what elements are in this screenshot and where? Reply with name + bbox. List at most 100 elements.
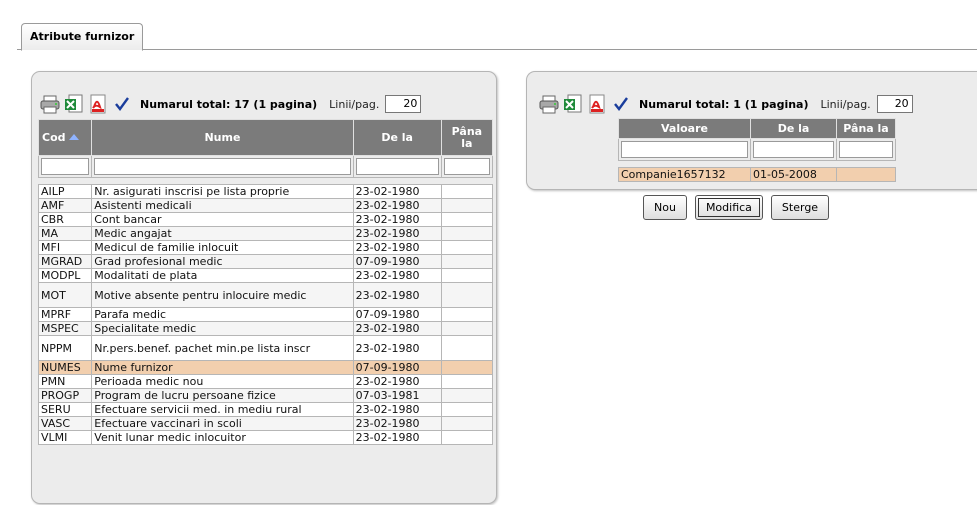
table-row[interactable]: NPPM Nr.pers.benef. pachet min.pe lista i… [37,335,494,361]
tab-bar: Atribute furnizor [17,20,977,51]
cell-nume: Nr. asigurati inscrisi pe lista proprie [91,184,354,199]
printer-icon[interactable] [539,94,559,114]
cell-pana-la [440,212,494,227]
cell-nume: Nr.pers.benef. pachet min.pe lista inscr [91,335,354,361]
cell-pana-la [440,360,494,375]
table-row[interactable]: VASC Efectuare vaccinari in scoli 23-02-19… [37,416,494,431]
excel-icon[interactable] [563,94,583,114]
cell-cod: VASC [37,416,93,431]
pdf-icon[interactable] [88,94,108,114]
table-row[interactable]: VLMI Venit lunar medic inlocuitor 23-02-19… [37,430,494,445]
cell-pana-la [440,416,494,431]
column-header-cod[interactable]: Cod [37,119,93,156]
cell-nume: Medicul de familie inlocuit [91,240,354,255]
filter-input-cod[interactable] [41,158,90,175]
cell-de-la: 23-02-1980 [352,226,442,241]
table-row[interactable]: MA Medic angajat 23-02-1980 [37,226,494,241]
cell-cod: NPPM [37,335,93,361]
cut-off-header [0,0,977,12]
right-per-page-label: Linii/pag. [820,97,871,111]
table-row[interactable]: MOT Motive absente pentru inlocuire medic… [37,282,494,308]
cell-nume: Venit lunar medic inlocuitor [91,430,354,445]
modifica-button[interactable]: Modifica [694,195,763,220]
table-row[interactable]: NUMES Nume furnizor 07-09-1980 [37,360,494,375]
table-row[interactable]: MPRF Parafa medic 07-09-1980 [37,307,494,322]
column-header-nume[interactable]: Nume [91,119,354,156]
cell-de-la: 23-02-1980 [352,374,442,389]
cell-nume: Specialitate medic [91,321,354,336]
table-row[interactable]: AILP Nr. asigurati inscrisi pe lista prop… [37,184,494,199]
checkmark-icon[interactable] [112,94,132,114]
cell-de-la: 01-05-2008 [750,167,837,182]
cell-de-la: 07-09-1980 [352,254,442,269]
cell-pana-la [836,167,896,182]
column-header-valoare[interactable]: Valoare [618,118,751,139]
cell-pana-la [440,184,494,199]
right-total-count: Numarul total: 1 (1 pagina) [639,97,809,111]
cell-pana-la [440,240,494,255]
filter-input-de-la[interactable] [753,141,834,158]
column-header-de-la[interactable]: De la [352,119,442,156]
cell-cod: CBR [37,212,93,227]
cell-pana-la [440,388,494,403]
cell-cod: MFI [37,240,93,255]
attributes-table: Cod Nume De la Pâna la AILP Nr. asigurati… [37,119,494,445]
cell-de-la: 23-02-1980 [352,321,442,336]
cell-pana-la [440,307,494,322]
nou-button[interactable]: Nou [643,195,687,220]
cell-cod: AMF [37,198,93,213]
sterge-button[interactable]: Sterge [770,195,830,220]
printer-icon[interactable] [40,94,60,114]
right-per-page-input[interactable]: 20 [876,95,913,113]
column-header-pana-la[interactable]: Pâna la [440,119,494,156]
column-header-pana-la[interactable]: Pâna la [836,118,896,139]
cell-de-la: 23-02-1980 [352,240,442,255]
table-row[interactable]: MFI Medicul de familie inlocuit 23-02-1980 [37,240,494,255]
checkmark-icon[interactable] [611,94,631,114]
filter-input-pana-la[interactable] [443,158,490,175]
cell-cod: AILP [37,184,93,199]
cell-cod: PROGP [37,388,93,403]
left-per-page-input[interactable]: 20 [385,95,422,113]
cell-pana-la [440,335,494,361]
cell-de-la: 23-02-1980 [352,198,442,213]
filter-input-nume[interactable] [94,158,351,175]
action-buttons: Nou Modifica Sterge [643,195,830,220]
filter-row [37,155,494,178]
filter-input-de-la[interactable] [355,158,439,175]
cell-nume: Program de lucru persoane fizice [91,388,354,403]
table-row[interactable]: MSPEC Specialitate medic 23-02-1980 [37,321,494,336]
pdf-icon[interactable] [587,94,607,114]
cell-nume: Parafa medic [91,307,354,322]
cell-pana-la [440,226,494,241]
cell-nume: Perioada medic nou [91,374,354,389]
table-row[interactable]: MGRAD Grad profesional medic 07-09-1980 [37,254,494,269]
cell-pana-la [440,402,494,417]
values-panel: Numarul total: 1 (1 pagina) Linii/pag. 2… [526,71,977,190]
sort-ascending-icon[interactable] [68,133,79,140]
table-row[interactable]: PMN Perioada medic nou 23-02-1980 [37,374,494,389]
cell-de-la: 23-02-1980 [352,184,442,199]
table-row[interactable]: PROGP Program de lucru persoane fizice 07-… [37,388,494,403]
table-row[interactable]: MODPL Modalitati de plata 23-02-1980 [37,268,494,283]
column-header-de-la[interactable]: De la [750,118,837,139]
table-row[interactable]: Companie1657132 01-05-2008 [618,167,896,182]
cell-de-la: 07-09-1980 [352,360,442,375]
cell-pana-la [440,254,494,269]
cell-de-la: 23-02-1980 [352,430,442,445]
left-total-count: Numarul total: 17 (1 pagina) [140,97,318,111]
cell-pana-la [440,198,494,213]
table-row[interactable]: SERU Efectuare servicii med. in mediu rur… [37,402,494,417]
filter-input-valoare[interactable] [621,141,748,158]
table-row[interactable]: CBR Cont bancar 23-02-1980 [37,212,494,227]
tab-atribute-furnizor[interactable]: Atribute furnizor [21,23,144,51]
filter-input-pana-la[interactable] [839,141,893,158]
excel-icon[interactable] [64,94,84,114]
cell-pana-la [440,374,494,389]
cell-pana-la [440,268,494,283]
cell-cod: MOT [37,282,93,308]
cell-nume: Efectuare servicii med. in mediu rural [91,402,354,417]
cell-de-la: 23-02-1980 [352,335,442,361]
table-row[interactable]: AMF Asistenti medicali 23-02-1980 [37,198,494,213]
cell-cod: MGRAD [37,254,93,269]
